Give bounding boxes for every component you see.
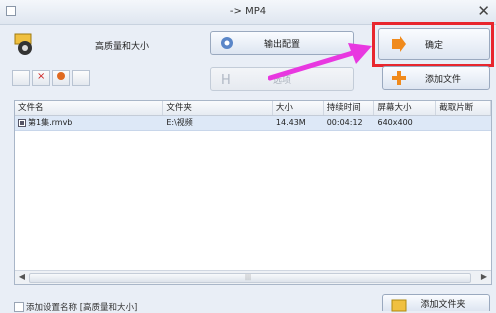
table-header: 文件名 文件夹 大小 持续时间 屏幕大小 截取片断 [15,101,491,116]
add-file-label: 添加文件 [424,74,461,85]
mp4-profile-icon [14,33,32,55]
cell-filename: 第1集.rmvb [15,116,163,130]
small-toolbar: × [12,70,90,86]
preview-icon[interactable] [72,70,90,86]
horizontal-scrollbar[interactable]: ◀ ||| ▶ [15,270,491,284]
window-title: -> MP4 [229,6,267,17]
cell-duration: 00:04:12 [326,118,363,127]
table-row[interactable]: 第1集.rmvb E:\视频 14.43M 00:04:12 640x400 [15,116,491,131]
filename-text: 第1集.rmvb [28,118,73,127]
grip-icon: ||| [245,274,252,281]
video-file-icon [18,119,26,127]
add-setting-name-label: 添加设置名称 [高质量和大小] [26,303,138,313]
file-table[interactable]: 文件名 文件夹 大小 持续时间 屏幕大小 截取片断 第1集.rmvb E:\视频… [14,100,492,285]
scroll-right-icon[interactable]: ▶ [478,271,490,283]
col-header-duration[interactable]: 持续时间 [324,101,375,115]
scroll-left-icon[interactable]: ◀ [16,271,28,283]
col-header-size[interactable]: 大小 [273,101,324,115]
add-folder-label: 添加文件夹 [420,299,466,310]
add-file-button[interactable]: 添加文件 [382,66,490,90]
highlight-box [372,22,494,67]
cell-folder: E:\视频 [166,118,193,127]
col-header-screen-size[interactable]: 屏幕大小 [374,101,437,115]
play-icon[interactable] [52,70,70,86]
scroll-thumb[interactable]: ||| [29,273,471,283]
cell-clip [436,116,491,130]
close-icon[interactable]: ✕ [477,2,490,20]
delete-icon[interactable]: × [32,70,50,86]
col-header-filename[interactable]: 文件名 [15,101,164,115]
add-folder-button[interactable]: 添加文件夹 [382,294,490,312]
cell-screen-size: 640x400 [377,118,413,127]
col-header-folder[interactable]: 文件夹 [163,101,273,115]
profile-label: 高质量和大小 [95,42,150,52]
col-header-clip[interactable]: 截取片断 [436,101,491,115]
tool-icon-1[interactable] [12,70,30,86]
cell-size: 14.43M [275,118,306,127]
pointer-arrow [268,43,372,81]
